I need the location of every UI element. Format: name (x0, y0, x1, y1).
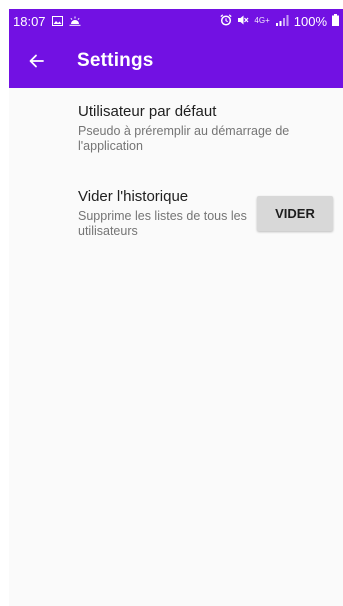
image-icon (51, 16, 63, 26)
status-time: 18:07 (13, 13, 46, 29)
preference-clear-history: Vider l'historique Supprime les listes d… (78, 188, 248, 239)
preference-summary: Pseudo à préremplir au démarrage de l'ap… (78, 124, 290, 153)
screen: 18:07 4G+ 100% Settings Utilisateur par … (0, 0, 343, 606)
signal-icon (275, 14, 289, 29)
weather-icon (69, 16, 81, 26)
preference-summary: Supprime les listes de tous les utilisat… (78, 209, 247, 238)
clear-history-button[interactable]: VIDER (257, 196, 333, 231)
battery-icon (332, 13, 339, 29)
network-type-label: 4G+ (254, 16, 270, 25)
battery-level: 100% (293, 13, 327, 29)
arrow-left-icon (29, 54, 44, 67)
back-button[interactable] (21, 46, 51, 76)
preference-title: Vider l'historique (78, 188, 189, 205)
preference-default-user[interactable]: Utilisateur par défaut Pseudo à prérempl… (78, 103, 318, 154)
status-bar: 18:07 4G+ 100% (9, 9, 343, 33)
preference-title: Utilisateur par défaut (78, 103, 217, 120)
alarm-icon (220, 13, 233, 29)
app-bar: Settings (9, 33, 343, 88)
settings-list: Utilisateur par défaut Pseudo à prérempl… (9, 88, 343, 606)
mute-icon (237, 14, 249, 29)
page-title: Settings (77, 49, 154, 71)
screen-edge (0, 0, 9, 606)
